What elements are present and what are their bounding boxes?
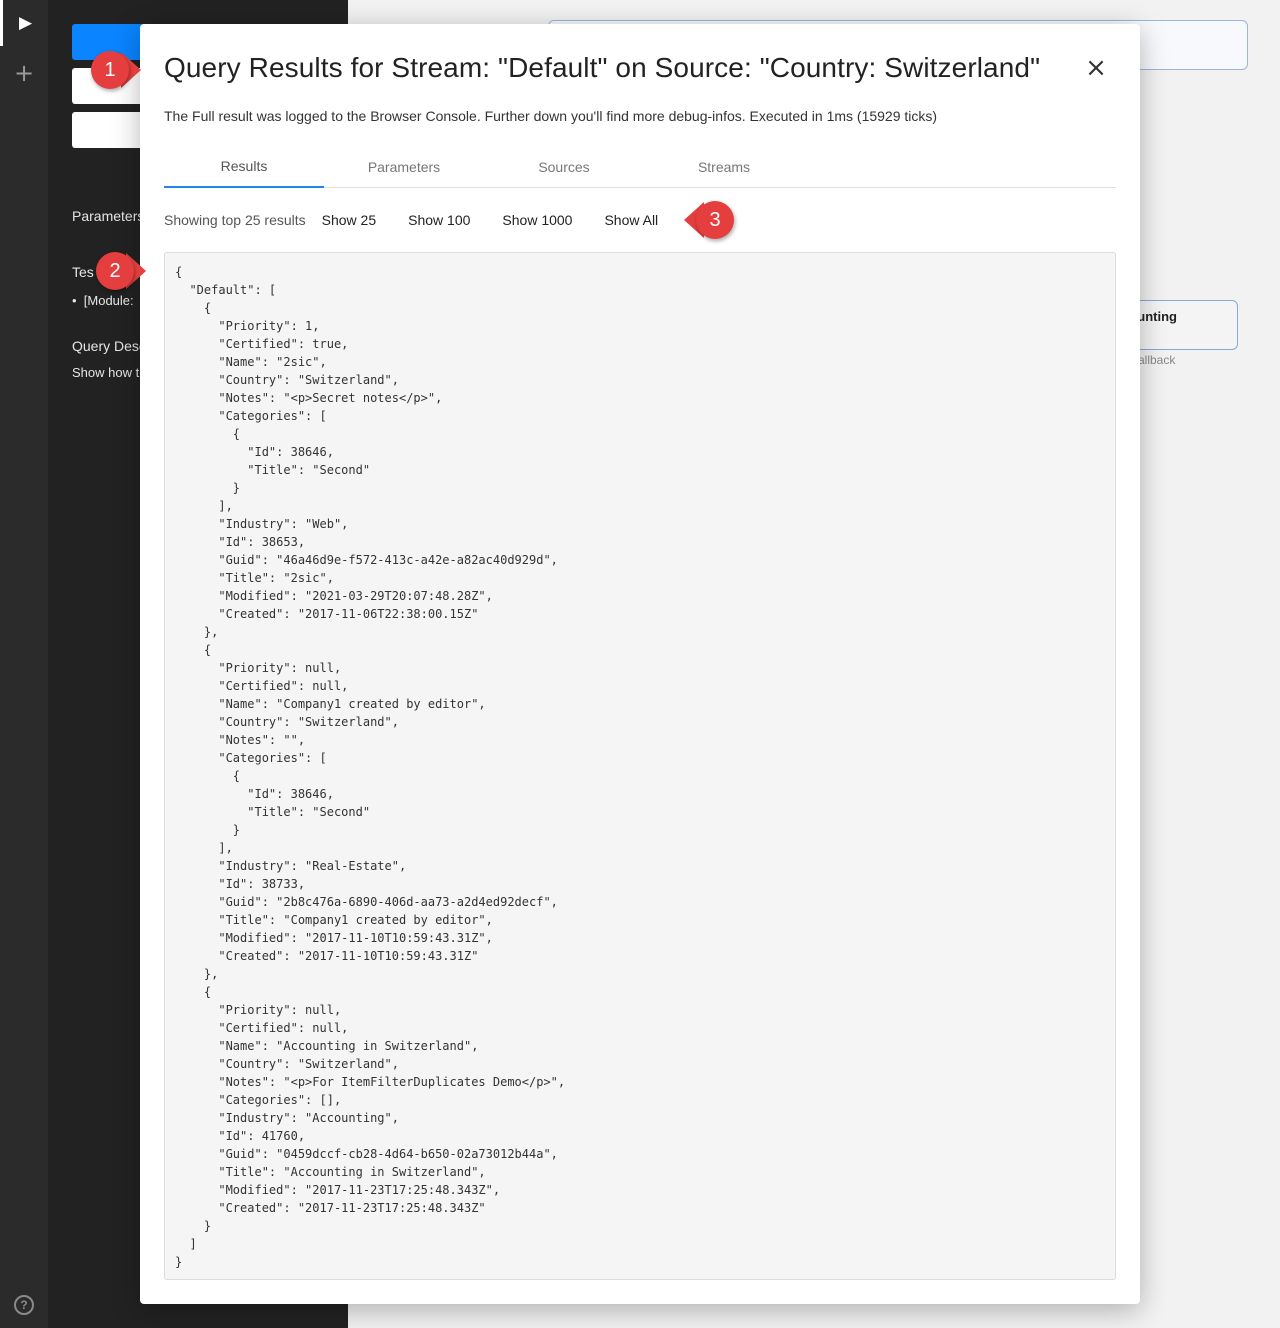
test-list-item-label: [Module: — [83, 293, 134, 308]
tab-parameters[interactable]: Parameters — [324, 146, 484, 188]
callout-2: 2 — [96, 252, 146, 290]
query-results-dialog: Query Results for Stream: "Default" on S… — [140, 24, 1140, 1304]
test-list-item: • [Module: — [72, 293, 134, 308]
showing-count-label: Showing top 25 results — [164, 212, 306, 228]
canvas-node-title: unting — [1137, 309, 1177, 324]
test-heading: Tes — [72, 264, 94, 280]
tab-results[interactable]: Results — [164, 146, 324, 188]
show-100-button[interactable]: Show 100 — [408, 212, 470, 228]
close-icon[interactable]: × — [1082, 53, 1110, 83]
plus-icon[interactable]: + — [0, 50, 48, 96]
help-circle-icon[interactable]: ? — [0, 1282, 48, 1328]
callout-3: 3 — [684, 201, 734, 239]
parameters-heading: Parameters — [72, 208, 145, 224]
show-all-button[interactable]: Show All — [604, 212, 658, 228]
dialog-subtitle: The Full result was logged to the Browse… — [164, 108, 938, 124]
query-description-heading: Query Desc — [72, 338, 146, 354]
result-count-toolbar: Showing top 25 results Show 25 Show 100 … — [164, 208, 690, 232]
tab-streams[interactable]: Streams — [644, 146, 804, 188]
show-1000-button[interactable]: Show 1000 — [502, 212, 572, 228]
dialog-tabs: Results Parameters Sources Streams — [164, 146, 1116, 188]
result-json-viewer[interactable]: { "Default": [ { "Priority": 1, "Certifi… — [164, 252, 1116, 1280]
callout-number: 3 — [696, 201, 734, 239]
dialog-title: Query Results for Stream: "Default" on S… — [164, 52, 1041, 83]
tab-sources[interactable]: Sources — [484, 146, 644, 188]
show-25-button[interactable]: Show 25 — [322, 212, 376, 228]
callout-1: 1 — [91, 51, 141, 89]
show-how-link[interactable]: Show how t — [72, 365, 139, 380]
canvas-node-caption: allback — [1138, 353, 1176, 367]
icon-rail: ▶ + ? — [0, 0, 48, 1328]
play-icon[interactable]: ▶ — [0, 0, 48, 46]
callout-number: 1 — [91, 51, 129, 89]
callout-number: 2 — [96, 252, 134, 290]
